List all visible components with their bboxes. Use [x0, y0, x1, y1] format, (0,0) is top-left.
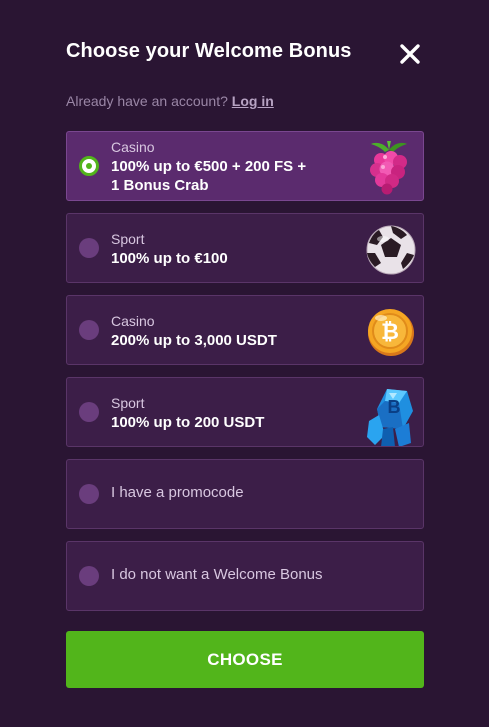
- svg-text:B: B: [388, 397, 401, 417]
- option-category: Casino: [111, 139, 155, 155]
- bitcoin-coin-icon: ₿: [361, 301, 417, 359]
- soccer-ball-icon: [361, 219, 417, 277]
- option-offer-line2: 1 Bonus Crab: [111, 177, 209, 194]
- radio-button[interactable]: [79, 238, 99, 258]
- option-category: Sport: [111, 395, 145, 411]
- login-link[interactable]: Log in: [232, 93, 274, 109]
- bonus-option-casino-eur[interactable]: Casino 100% up to €500 + 200 FS + 1 Bonu…: [66, 131, 424, 201]
- account-prompt-text: Already have an account?: [66, 93, 228, 109]
- promocode-label: I have a promocode: [111, 484, 244, 501]
- close-icon[interactable]: [396, 40, 424, 68]
- account-prompt: Already have an account? Log in: [66, 93, 274, 109]
- radio-button[interactable]: [79, 566, 99, 586]
- bitcoin-crystal-icon: B: [361, 383, 417, 446]
- bonus-option-sport-eur[interactable]: Sport 100% up to €100: [66, 213, 424, 283]
- option-offer-line1: 100% up to €500 + 200 FS +: [111, 158, 307, 175]
- promocode-option[interactable]: I have a promocode: [66, 459, 424, 529]
- option-category: Sport: [111, 231, 145, 247]
- svg-text:₿: ₿: [381, 319, 399, 344]
- option-category: Casino: [111, 313, 155, 329]
- radio-button[interactable]: [79, 320, 99, 340]
- radio-button[interactable]: [79, 402, 99, 422]
- radio-button-selected[interactable]: [79, 156, 99, 176]
- option-offer-line1: 200% up to 3,000 USDT: [111, 332, 277, 349]
- option-offer-line1: 100% up to €100: [111, 250, 228, 267]
- no-bonus-option[interactable]: I do not want a Welcome Bonus: [66, 541, 424, 611]
- modal-title: Choose your Welcome Bonus: [66, 40, 352, 62]
- option-offer-line1: 100% up to 200 USDT: [111, 414, 265, 431]
- choose-button[interactable]: CHOOSE: [66, 631, 424, 688]
- radio-button[interactable]: [79, 484, 99, 504]
- no-bonus-label: I do not want a Welcome Bonus: [111, 566, 323, 583]
- welcome-bonus-modal: Choose your Welcome Bonus Already have a…: [0, 0, 489, 727]
- raspberry-icon: [361, 136, 417, 195]
- bonus-option-sport-usdt[interactable]: Sport 100% up to 200 USDT B: [66, 377, 424, 447]
- bonus-option-casino-usdt[interactable]: Casino 200% up to 3,000 USDT ₿: [66, 295, 424, 365]
